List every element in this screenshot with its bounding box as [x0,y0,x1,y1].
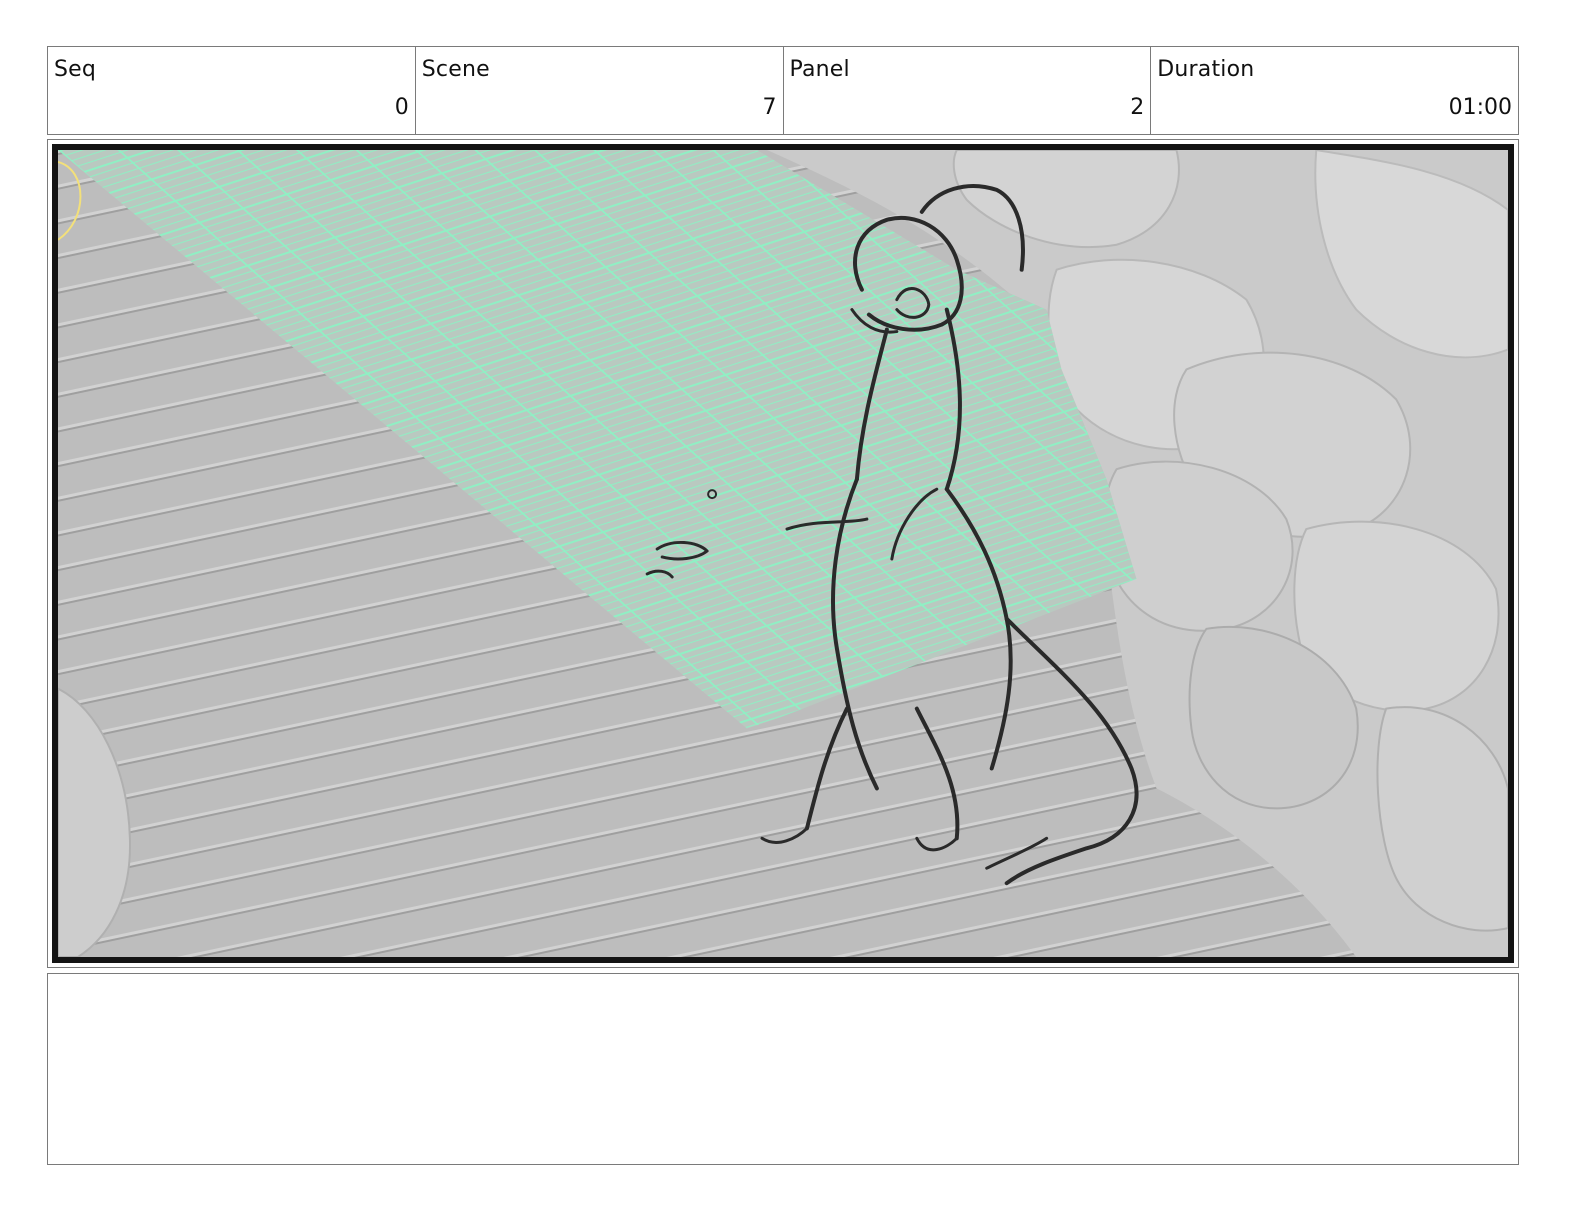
duration-label: Duration [1157,57,1255,82]
seq-cell: Seq 0 [48,47,416,134]
scene-cell: Scene 7 [416,47,784,134]
panel-label: Panel [789,57,850,82]
panel-notes [47,973,1519,1165]
panel-value: 2 [1130,95,1145,120]
seq-value: 0 [394,95,409,120]
panel-info-header: Seq 0 Scene 7 Panel 2 Duration 01:00 [47,46,1519,135]
panel-cell: Panel 2 [784,47,1152,134]
scene-value: 7 [762,95,777,120]
storyboard-page: Seq 0 Scene 7 Panel 2 Duration 01:00 [0,0,1584,1224]
seq-label: Seq [54,57,97,82]
storyboard-sketch-image [58,150,1508,957]
panel-frame [47,139,1519,968]
duration-cell: Duration 01:00 [1151,47,1518,134]
panel-image [52,144,1514,963]
duration-value: 01:00 [1448,95,1512,120]
scene-label: Scene [421,57,490,82]
